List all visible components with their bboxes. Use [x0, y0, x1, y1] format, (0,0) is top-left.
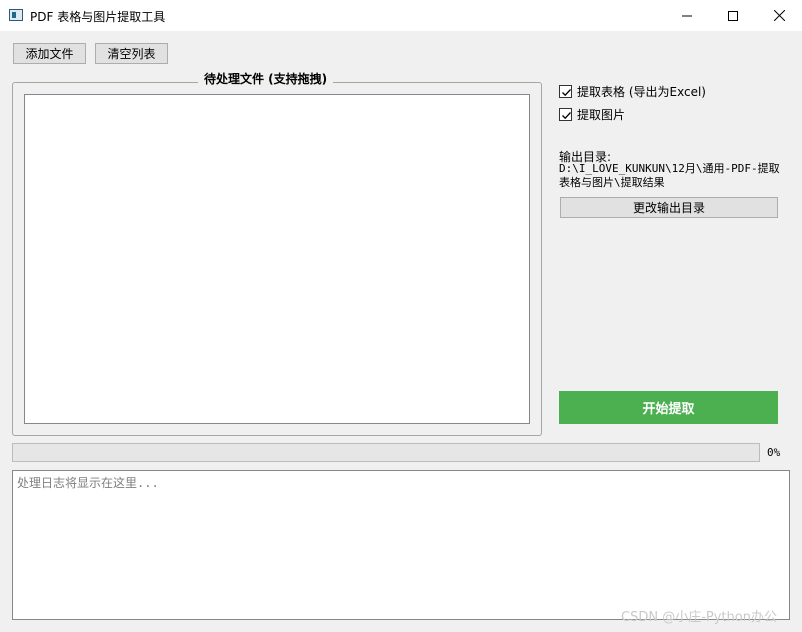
progress-bar: [12, 443, 760, 462]
maximize-icon: [728, 10, 738, 21]
file-list[interactable]: [24, 94, 530, 424]
minimize-button[interactable]: [664, 0, 710, 31]
checkmark-icon: [562, 89, 571, 97]
output-dir-path: D:\I_LOVE_KUNKUN\12月\通用-PDF-提取表格与图片\提取结果: [559, 162, 780, 189]
extract-tables-option[interactable]: 提取表格 (导出为Excel): [559, 83, 706, 100]
extract-images-checkbox[interactable]: [559, 108, 572, 121]
clear-list-button[interactable]: 清空列表: [95, 43, 168, 64]
checkmark-icon: [562, 112, 571, 120]
change-output-dir-button[interactable]: 更改输出目录: [560, 197, 778, 218]
minimize-icon: [682, 15, 692, 16]
file-group-title: 待处理文件 (支持拖拽): [198, 70, 334, 87]
title-bar: PDF 表格与图片提取工具: [0, 0, 802, 31]
extract-images-label: 提取图片: [577, 108, 626, 122]
extract-tables-checkbox[interactable]: [559, 85, 572, 98]
close-button[interactable]: [756, 0, 802, 31]
app-icon: [9, 9, 23, 21]
progress-text: 0%: [767, 446, 781, 459]
watermark: CSDN @小庄-Python办公: [621, 610, 777, 625]
window-title: PDF 表格与图片提取工具: [30, 10, 166, 24]
close-icon: [773, 10, 785, 21]
extract-images-option[interactable]: 提取图片: [559, 106, 625, 123]
extract-tables-label: 提取表格 (导出为Excel): [577, 85, 706, 99]
start-extract-button[interactable]: 开始提取: [559, 391, 778, 424]
maximize-button[interactable]: [710, 0, 756, 31]
add-file-button[interactable]: 添加文件: [13, 43, 86, 64]
log-output[interactable]: 处理日志将显示在这里...: [12, 470, 790, 620]
